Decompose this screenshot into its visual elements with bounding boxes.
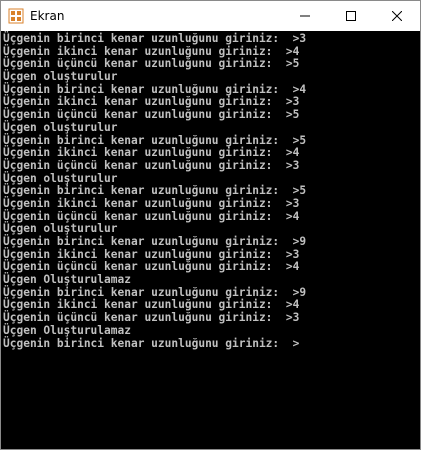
console-line: Üçgenin üçüncü kenar uzunluğunu giriniz:… xyxy=(3,158,300,172)
console-line: Üçgenin birinci kenar uzunluğunu giriniz… xyxy=(3,336,300,350)
minimize-button[interactable] xyxy=(282,1,328,31)
maximize-button[interactable] xyxy=(328,1,374,31)
console-line: Üçgen oluşturulur xyxy=(3,70,118,84)
console-line: Üçgen Oluşturulamaz xyxy=(3,323,131,337)
window-title: Ekran xyxy=(30,9,65,23)
console-output[interactable]: Üçgenin birinci kenar uzunluğunu giriniz… xyxy=(1,31,420,449)
console-line: Üçgenin üçüncü kenar uzunluğunu giriniz:… xyxy=(3,108,300,122)
console-line: Üçgenin ikinci kenar uzunluğunu giriniz:… xyxy=(3,146,300,160)
title-bar[interactable]: Ekran xyxy=(1,1,420,31)
console-line: Üçgen oluşturulur xyxy=(3,120,118,134)
close-button[interactable] xyxy=(374,1,420,31)
console-window: Ekran Üçgenin birinci kenar uzunluğunu g… xyxy=(0,0,421,450)
console-line: Üçgenin ikinci kenar uzunluğunu giriniz:… xyxy=(3,196,300,210)
window-controls xyxy=(282,1,420,31)
minimize-icon xyxy=(300,15,310,17)
console-line: Üçgenin üçüncü kenar uzunluğunu giriniz:… xyxy=(3,311,300,325)
maximize-icon xyxy=(346,11,356,21)
console-app-icon[interactable] xyxy=(8,8,24,24)
close-icon xyxy=(392,11,402,21)
console-line: Üçgen Oluşturulamaz xyxy=(3,273,131,287)
console-line: Üçgenin birinci kenar uzunluğunu giriniz… xyxy=(3,235,307,248)
console-line: Üçgenin birinci kenar uzunluğunu giriniz… xyxy=(3,32,307,45)
